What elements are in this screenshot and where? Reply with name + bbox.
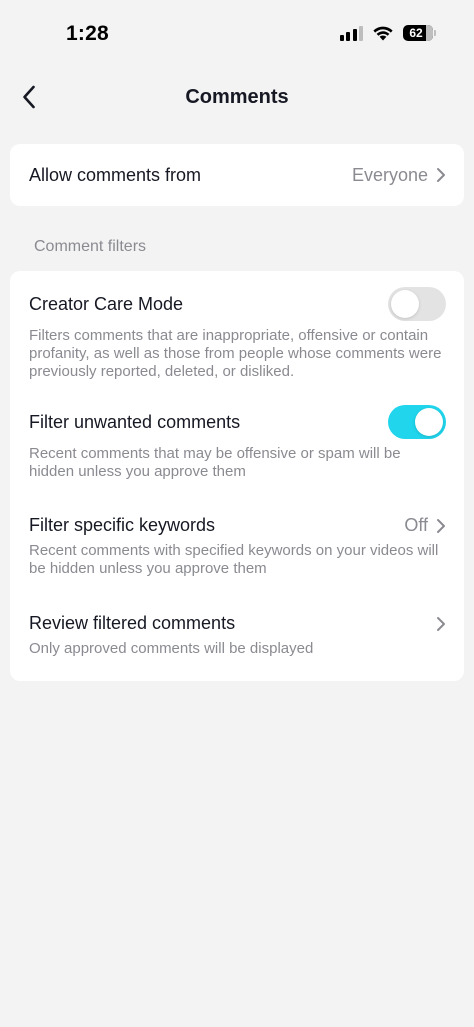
filter-unwanted-comments-title: Filter unwanted comments (29, 411, 241, 432)
filter-keywords-value-group: Off (404, 515, 446, 536)
status-time: 1:28 (66, 22, 109, 45)
review-filtered-comments-description: Only approved comments will be displayed (29, 640, 314, 657)
comments-settings-screen: 1:28 62 Comments Allow comments from Eve… (0, 0, 474, 1027)
wifi-icon (373, 26, 393, 41)
chevron-right-icon (437, 616, 445, 631)
toggle-knob (391, 290, 419, 318)
filter-keywords-value: Off (404, 515, 428, 535)
battery-icon: 62 (403, 25, 436, 41)
allow-comments-value: Everyone (351, 164, 428, 185)
allow-comments-row[interactable]: Allow comments from Everyone (10, 144, 464, 206)
review-filtered-comments-title: Review filtered comments (29, 613, 236, 633)
nav-bar: Comments (0, 70, 474, 126)
comment-filters-card: Creator Care Mode Filters comments that … (10, 271, 464, 681)
filter-specific-keywords-item[interactable]: Filter specific keywords Off Recent comm… (29, 515, 446, 578)
creator-care-mode-item: Creator Care Mode Filters comments that … (29, 287, 446, 381)
filter-specific-keywords-title: Filter specific keywords (29, 515, 216, 535)
creator-care-mode-title: Creator Care Mode (29, 293, 184, 314)
cellular-signal-icon (339, 25, 363, 41)
chevron-right-icon (437, 518, 445, 533)
comment-filters-section-label: Comment filters (34, 238, 147, 255)
chevron-right-icon (437, 168, 445, 182)
creator-care-mode-toggle[interactable] (388, 287, 446, 321)
allow-comments-label: Allow comments from (29, 164, 202, 185)
allow-comments-value-group: Everyone (352, 165, 446, 186)
filter-unwanted-comments-description: Recent comments that may be offensive or… (29, 445, 401, 480)
battery-level: 62 (409, 26, 423, 40)
toggle-knob (415, 408, 443, 436)
status-bar: 1:28 62 (0, 0, 474, 70)
allow-comments-card: Allow comments from Everyone (10, 144, 464, 206)
status-icons: 62 (339, 25, 436, 41)
filter-unwanted-comments-toggle[interactable] (388, 405, 446, 439)
filter-unwanted-comments-item: Filter unwanted comments Recent comments… (29, 405, 446, 481)
creator-care-mode-description: Filters comments that are inappropriate,… (29, 327, 442, 380)
page-title: Comments (185, 86, 289, 108)
filter-specific-keywords-description: Recent comments with specified keywords … (29, 542, 439, 577)
review-filtered-comments-item[interactable]: Review filtered comments Only approved c… (29, 613, 446, 658)
